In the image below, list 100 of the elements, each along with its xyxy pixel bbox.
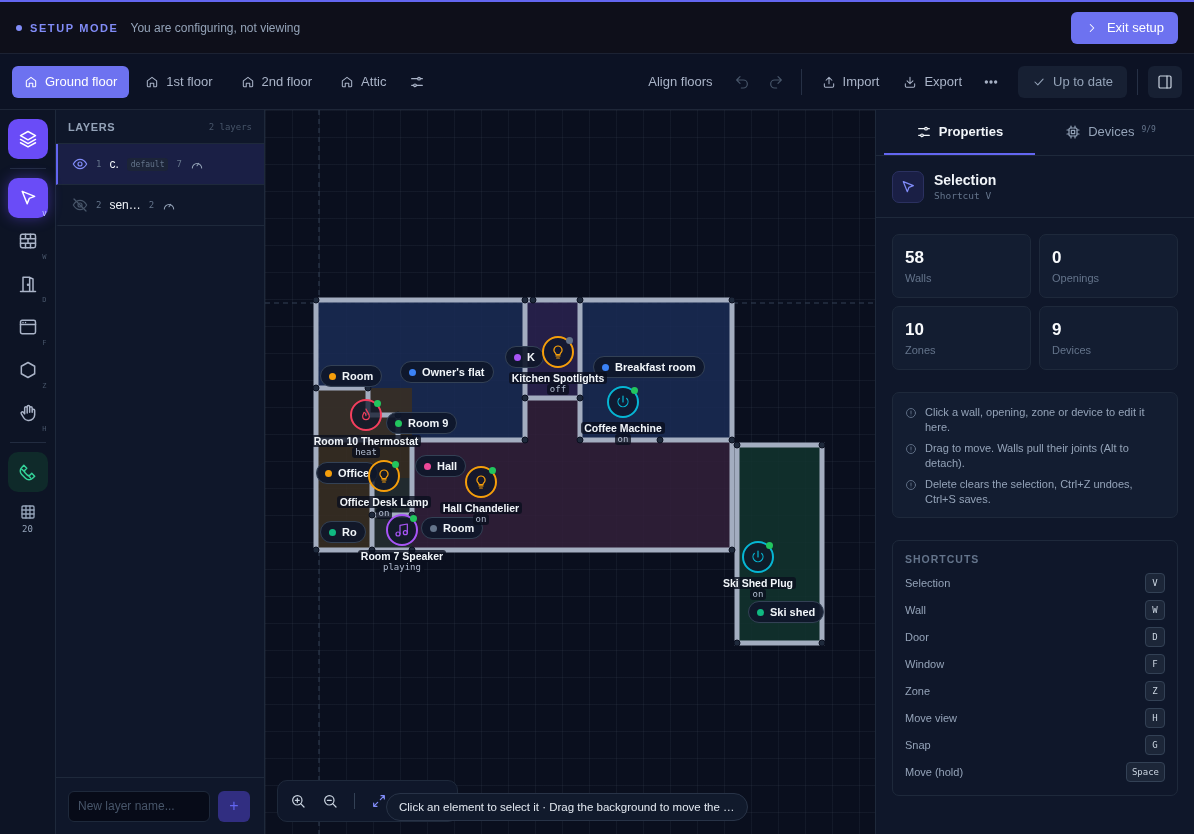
- layers-button[interactable]: [7, 119, 48, 159]
- shortcut-action: Selection: [905, 576, 951, 589]
- light-bulb-icon: [376, 468, 392, 484]
- house-icon: [145, 74, 160, 89]
- stat-label: Openings: [1052, 272, 1101, 284]
- floor-tab[interactable]: Attic: [328, 65, 399, 98]
- import-button[interactable]: Import: [811, 66, 890, 97]
- stat-value: 58: [905, 248, 925, 268]
- layer-number: 2: [96, 200, 102, 210]
- tool-title: Selection: [934, 172, 997, 188]
- zone-pill[interactable]: Hall: [415, 455, 467, 477]
- device-count: 2: [148, 200, 155, 210]
- light-bulb-icon: [550, 344, 566, 360]
- zone-pill[interactable]: K: [505, 346, 544, 368]
- hand-icon[interactable]: [17, 403, 38, 423]
- device-state: heat: [352, 447, 380, 458]
- power-icon: [750, 549, 766, 565]
- key-cap: Space: [1125, 761, 1165, 782]
- stat-label: Zones: [905, 344, 937, 356]
- device-name: Hall Chandelier: [439, 502, 523, 514]
- tool-shortcut: Shortcut V: [934, 190, 993, 201]
- house-icon: [340, 74, 355, 89]
- zoom-out-icon[interactable]: [322, 793, 338, 809]
- shortcut-action: Door: [905, 630, 929, 643]
- device-name: Kitchen Spotlights: [508, 372, 608, 384]
- panel-title: LAYERS: [68, 120, 116, 133]
- key-cap: G: [1145, 734, 1165, 755]
- up-to-date-button[interactable]: Up to date: [1018, 65, 1127, 98]
- stat-value: 10: [905, 320, 925, 340]
- device-name: Coffee Machine: [581, 422, 665, 434]
- zone-name: Office: [338, 467, 370, 479]
- zone-name: K: [527, 351, 535, 363]
- device-name: Room 10 Thermostat: [310, 435, 422, 447]
- key-cap: F: [1145, 653, 1165, 674]
- panel-tab[interactable]: Properties: [884, 110, 1035, 155]
- music-note-icon: [394, 522, 410, 538]
- device-state: on: [375, 508, 393, 519]
- zoom-in-icon[interactable]: [290, 793, 306, 809]
- layer-row[interactable]: 1 c. default 7: [56, 144, 264, 185]
- mode-label: SETUP MODE: [30, 21, 119, 34]
- stat-value: 9: [1052, 320, 1063, 340]
- panel-toggle-button[interactable]: [1148, 65, 1182, 98]
- upload-icon: [821, 74, 836, 89]
- zone-name: Ski shed: [770, 606, 816, 618]
- key-cap: W: [1145, 599, 1165, 620]
- device-state: on: [472, 514, 490, 525]
- floor-tab[interactable]: Ground floor: [12, 65, 130, 98]
- zone-name: Room: [443, 522, 475, 534]
- status-dot: [16, 24, 22, 31]
- cursor-icon: [900, 178, 916, 195]
- export-button[interactable]: Export: [893, 66, 972, 97]
- new-layer-field[interactable]: New layer name...: [68, 790, 210, 822]
- zone-pill[interactable]: Ro: [320, 521, 366, 543]
- zone-pill[interactable]: Ski shed: [748, 601, 825, 623]
- layer-name: c.: [109, 157, 119, 171]
- layer-row[interactable]: 2 sen… 2: [56, 185, 264, 226]
- device-name: Ski Shed Plug: [720, 577, 796, 589]
- grid-size: 20: [22, 524, 33, 534]
- layer-name: sen…: [109, 198, 141, 212]
- shortcut-action: Move view: [905, 711, 957, 724]
- tip-text: Drag to move. Walls pull their joints (Alt to detach).: [925, 441, 1130, 471]
- zone-name: Owner's flat: [422, 366, 485, 378]
- shortcut-action: Wall: [905, 603, 926, 616]
- device-name: Room 7 Speaker: [357, 550, 447, 562]
- shortcut-action: Move (hold): [905, 765, 964, 778]
- align-floors-button[interactable]: Align floors: [638, 66, 723, 97]
- grid-icon[interactable]: [18, 503, 37, 521]
- key-cap: Z: [1145, 680, 1165, 701]
- shortcut-action: Zone: [905, 684, 931, 697]
- floor-tab[interactable]: 2nd floor: [228, 65, 325, 98]
- stat-label: Walls: [905, 272, 933, 284]
- device-count: 7: [176, 159, 182, 169]
- chip-icon: [1065, 123, 1082, 140]
- count-label: 9/9: [1141, 125, 1156, 134]
- light-bulb-icon: [473, 474, 489, 490]
- stat-label: Devices: [1052, 344, 1093, 356]
- zone-pill[interactable]: Owner's flat: [400, 361, 494, 383]
- window-icon[interactable]: [17, 317, 38, 337]
- house-icon: [240, 74, 255, 89]
- zone-name: Hall: [437, 460, 458, 472]
- expand-icon[interactable]: [371, 793, 387, 809]
- info-icon: [905, 443, 917, 455]
- brick-wall-icon[interactable]: [17, 231, 38, 251]
- zone-pill[interactable]: Room 9: [386, 412, 458, 434]
- layers-icon: [17, 129, 38, 149]
- snap-toggle[interactable]: [7, 452, 48, 492]
- panel-tab[interactable]: Devices 9/9: [1035, 110, 1186, 155]
- eye-icon[interactable]: [72, 156, 88, 172]
- tip-text: Delete clears the selection, Ctrl+Z undoes, Ctrl+S saves.: [925, 477, 1134, 507]
- key-cap: D: [1145, 626, 1165, 647]
- key-cap: H: [1145, 707, 1165, 728]
- tip-text: Click a wall, opening, zone or device to edit it here.: [925, 405, 1146, 435]
- zone-pill[interactable]: Room: [320, 365, 383, 387]
- exit-setup-button[interactable]: Exit setup: [1070, 11, 1178, 44]
- floor-tab[interactable]: 1st floor: [133, 65, 225, 98]
- zone-name: Breakfast room: [615, 361, 696, 373]
- shortcut-action: Window: [905, 657, 945, 670]
- default-tag: default: [126, 157, 169, 171]
- device-name: Office Desk Lamp: [336, 496, 432, 508]
- door-icon[interactable]: [17, 274, 38, 294]
